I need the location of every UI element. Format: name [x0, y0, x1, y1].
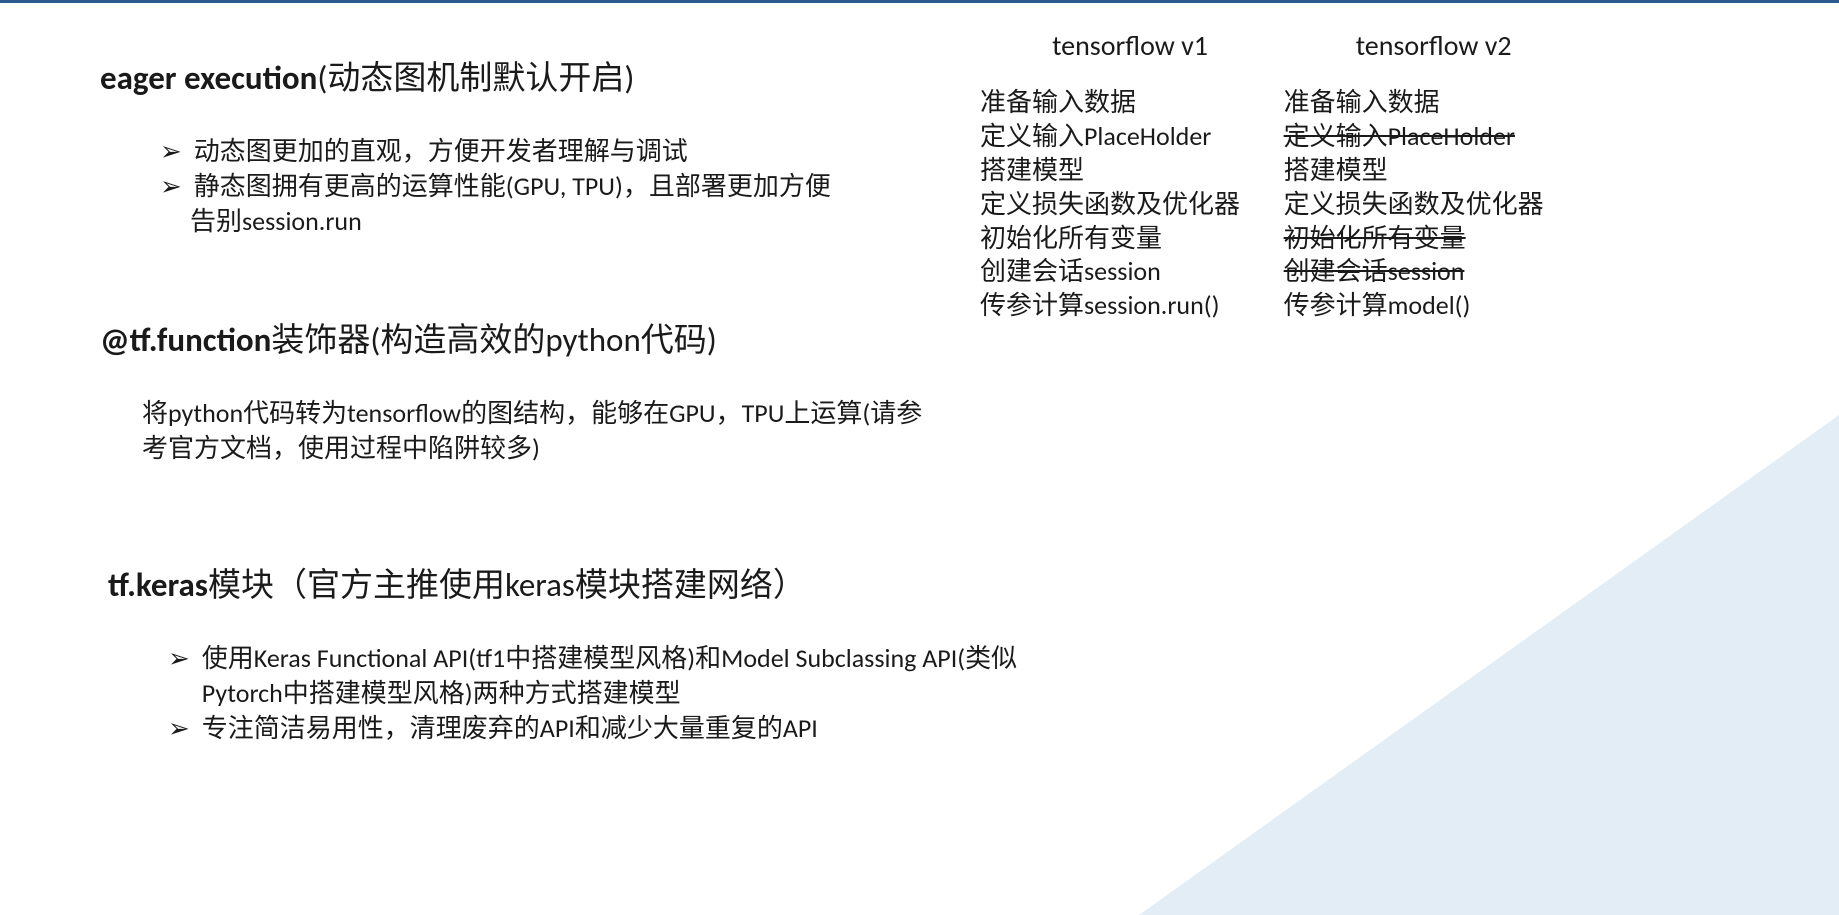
column-header: tensorflow v2	[1284, 28, 1584, 64]
table-row: 传参计算model()	[1284, 289, 1584, 323]
bullet-continuation: 告别session.run	[190, 204, 831, 239]
table-row: 初始化所有变量	[1284, 222, 1584, 256]
column-body: 准备输入数据定义输入PlaceHolder搭建模型定义损失函数及优化器初始化所有…	[1284, 86, 1584, 323]
decorative-triangle	[1139, 415, 1839, 915]
heading-rest: (动态图机制默认开启)	[317, 58, 634, 98]
table-row: 定义输入PlaceHolder	[980, 120, 1280, 154]
column-header: tensorflow v1	[980, 28, 1280, 64]
table-row: 定义输入PlaceHolder	[1284, 120, 1584, 154]
bullet-text: 专注简洁易用性，清理废弃的API和减少大量重复的API	[202, 711, 818, 746]
list-item: ➢ 静态图拥有更高的运算性能(GPU, TPU)，且部署更加方便	[160, 169, 831, 204]
table-row: 搭建模型	[1284, 154, 1584, 188]
column-tf-v2: tensorflow v2 准备输入数据定义输入PlaceHolder搭建模型定…	[1284, 28, 1584, 323]
list-item: ➢ 专注简洁易用性，清理废弃的API和减少大量重复的API	[168, 711, 1038, 746]
table-row: 搭建模型	[980, 154, 1280, 188]
column-body: 准备输入数据定义输入PlaceHolder搭建模型定义损失函数及优化器初始化所有…	[980, 86, 1280, 323]
bullet-text: 使用Keras Functional API(tf1中搭建模型风格)和Model…	[202, 641, 1038, 711]
heading-eager: eager execution(动态图机制默认开启)	[100, 51, 831, 99]
heading-tf-function: @tf.function装饰器(构造高效的python代码)	[100, 313, 942, 361]
heading-rest: 装饰器(构造高效的python代码)	[271, 320, 716, 360]
list-item: ➢ 动态图更加的直观，方便开发者理解与调试	[160, 134, 831, 169]
bullet-text: 静态图拥有更高的运算性能(GPU, TPU)，且部署更加方便	[194, 169, 831, 204]
bullet-text: 动态图更加的直观，方便开发者理解与调试	[194, 134, 688, 169]
bullet-marker-icon: ➢	[160, 134, 182, 169]
bullets-eager: ➢ 动态图更加的直观，方便开发者理解与调试 ➢ 静态图拥有更高的运算性能(GPU…	[160, 134, 831, 239]
heading-rest: 模块（官方主推使用keras模块搭建网络）	[208, 565, 806, 605]
table-row: 传参计算session.run()	[980, 289, 1280, 323]
table-row: 初始化所有变量	[980, 222, 1280, 256]
list-item: ➢ 使用Keras Functional API(tf1中搭建模型风格)和Mod…	[168, 641, 1038, 711]
column-tf-v1: tensorflow v1 准备输入数据定义输入PlaceHolder搭建模型定…	[980, 28, 1280, 323]
comparison-table: tensorflow v1 准备输入数据定义输入PlaceHolder搭建模型定…	[980, 28, 1584, 323]
table-row: 准备输入数据	[980, 86, 1280, 120]
table-row: 定义损失函数及优化器	[980, 188, 1280, 222]
table-row: 定义损失函数及优化器	[1284, 188, 1584, 222]
table-row: 创建会话session	[1284, 255, 1584, 289]
bullet-marker-icon: ➢	[168, 641, 190, 711]
section-tf-keras: tf.keras模块（官方主推使用keras模块搭建网络） ➢ 使用Keras …	[108, 558, 1038, 746]
heading-tf-keras: tf.keras模块（官方主推使用keras模块搭建网络）	[108, 558, 1038, 606]
heading-bold: tf.keras	[108, 565, 208, 605]
bullet-marker-icon: ➢	[160, 169, 182, 204]
heading-bold: eager execution	[100, 58, 317, 98]
table-row: 创建会话session	[980, 255, 1280, 289]
table-row: 准备输入数据	[1284, 86, 1584, 120]
bullet-marker-icon: ➢	[168, 711, 190, 746]
paragraph-tf-function: 将python代码转为tensorflow的图结构，能够在GPU，TPU上运算(…	[142, 396, 942, 466]
section-tf-function: @tf.function装饰器(构造高效的python代码) 将python代码…	[100, 313, 942, 466]
bullets-keras: ➢ 使用Keras Functional API(tf1中搭建模型风格)和Mod…	[168, 641, 1038, 746]
section-eager-execution: eager execution(动态图机制默认开启) ➢ 动态图更加的直观，方便…	[100, 51, 831, 239]
heading-bold: @tf.function	[100, 320, 271, 360]
